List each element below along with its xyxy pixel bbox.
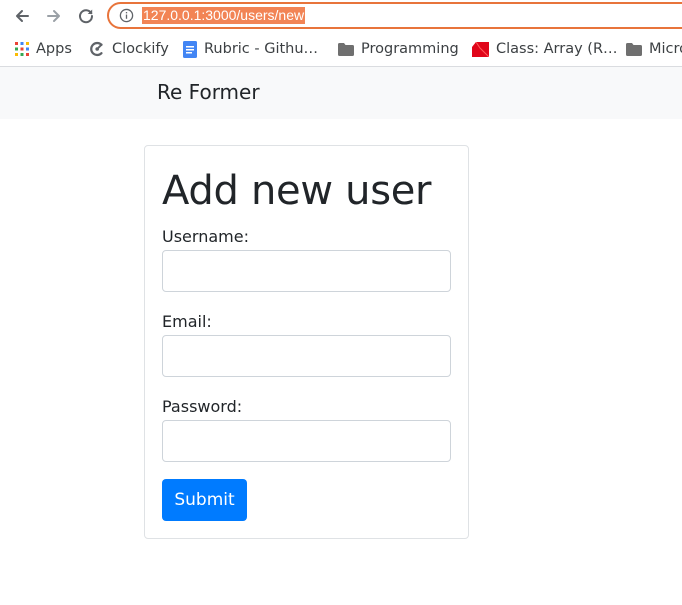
forward-button[interactable] [41,4,67,28]
bookmark-label: Rubric - Githu… [204,41,319,57]
password-input[interactable] [162,420,451,462]
bookmark-ruby-array[interactable]: Class: Array (R… [472,39,618,59]
bookmark-label: Apps [36,41,72,57]
info-icon[interactable] [119,8,134,23]
forward-icon [47,10,60,22]
submit-button[interactable]: Submit [162,479,247,521]
bookmark-clockify[interactable]: Clockify [89,39,169,59]
bookmark-rubric[interactable]: Rubric - Githu… [183,39,318,59]
reload-icon [79,9,94,24]
folder-icon [626,42,642,56]
document-icon [183,40,197,58]
bookmark-label: Programming [361,41,459,57]
password-label: Password: [162,397,243,416]
bookmark-label: Class: Array (R… [496,41,618,57]
bookmark-label: Clockify [112,41,169,57]
back-icon [16,10,29,22]
url-text[interactable]: 127.0.0.1:3000/users/new [142,7,306,24]
navbar-brand[interactable]: Re Former [157,80,260,104]
email-input[interactable] [162,335,451,377]
folder-icon [338,42,354,56]
reload-button[interactable] [73,4,99,28]
bookmarks-bar: Apps Clockify Rubric - Githu… Programmin… [0,33,682,67]
site-navbar: Re Former [0,67,682,119]
page-title: Add new user [162,168,432,214]
bookmark-programming[interactable]: Programming [338,39,459,59]
username-input[interactable] [162,250,451,292]
address-bar[interactable]: 127.0.0.1:3000/users/new [107,2,682,29]
bookmark-label: Micro [649,41,682,57]
ruby-icon [472,41,489,57]
back-button[interactable] [9,4,35,28]
username-label: Username: [162,227,249,246]
clockify-icon [90,41,103,57]
browser-toolbar: 127.0.0.1:3000/users/new [0,0,682,33]
email-label: Email: [162,312,212,331]
bookmark-micro[interactable]: Micro [626,39,682,59]
bookmark-apps[interactable]: Apps [15,39,72,59]
apps-grid-icon [15,42,29,56]
